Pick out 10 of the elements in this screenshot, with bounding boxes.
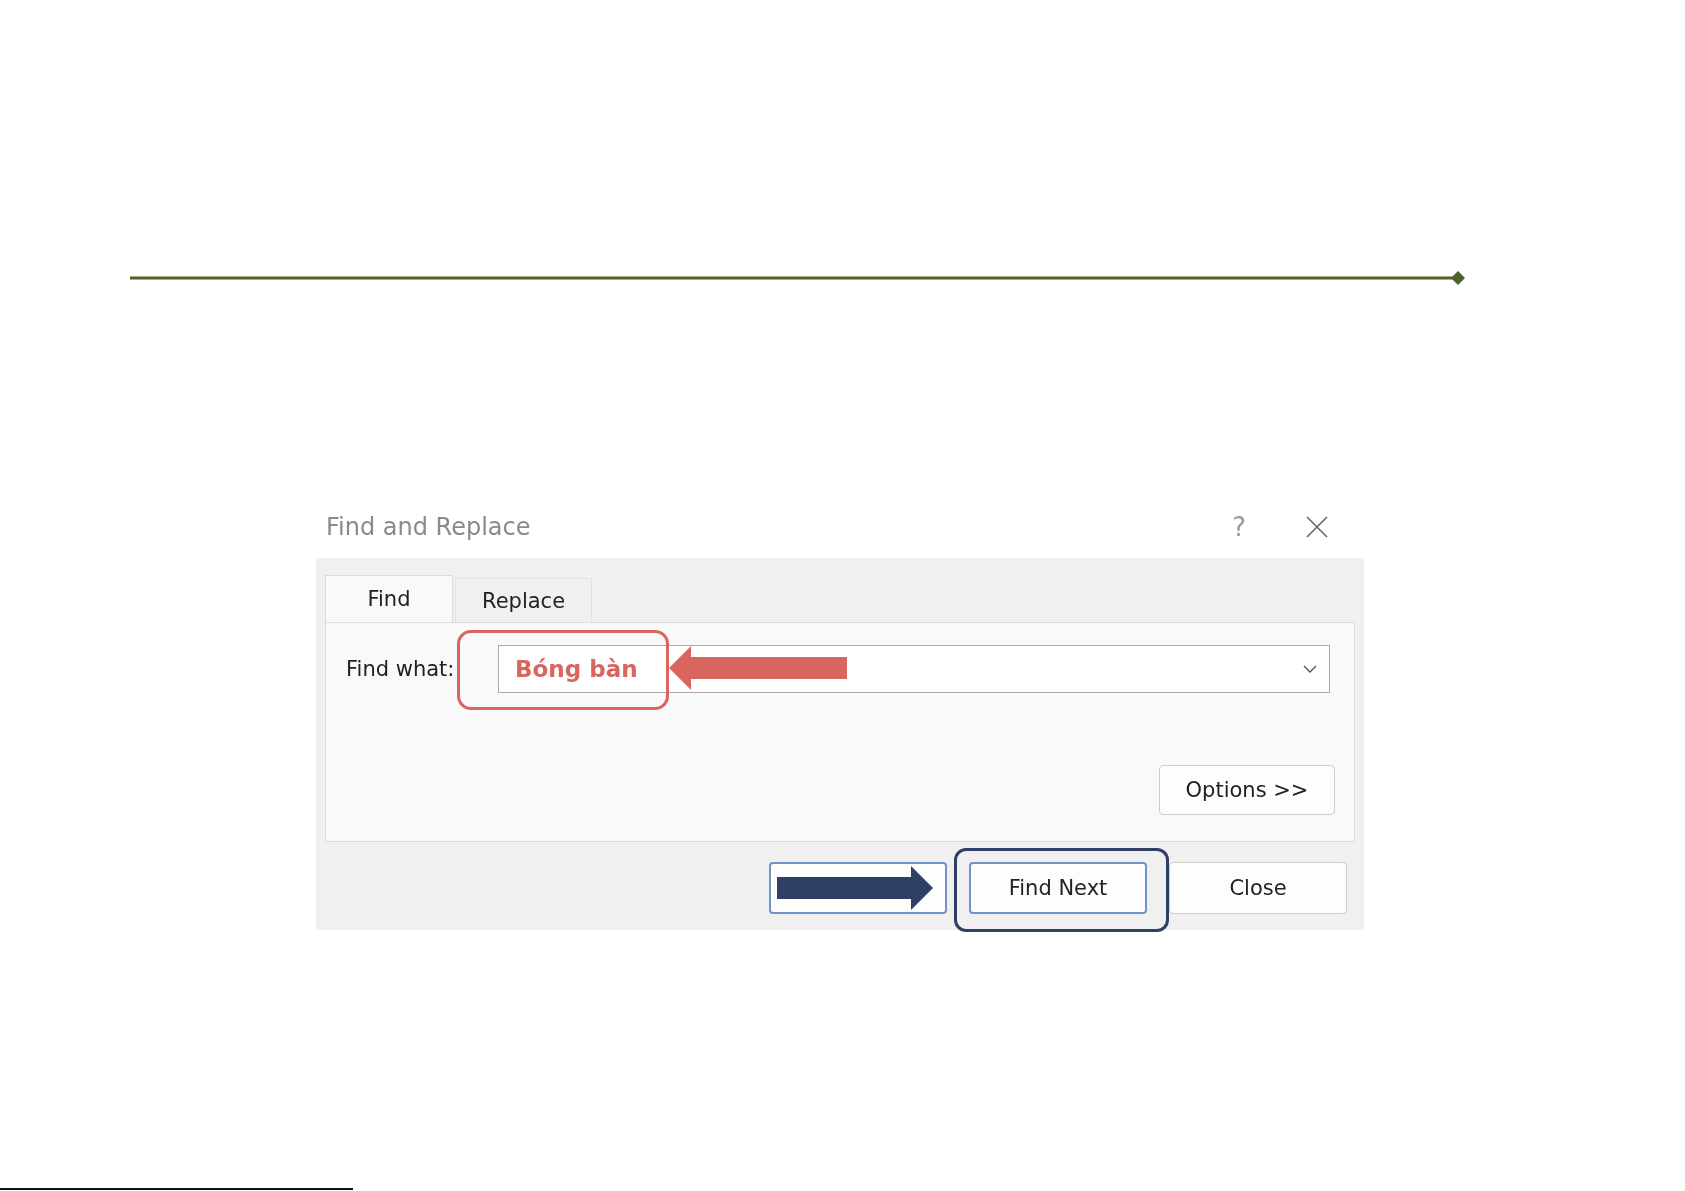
options-button[interactable]: Options >>	[1159, 765, 1335, 815]
tab[interactable]: Find	[325, 575, 453, 622]
tab[interactable]: Replace	[455, 578, 593, 622]
close-icon	[1306, 515, 1328, 538]
close-button[interactable]	[1306, 515, 1328, 538]
window-title: Find and Replace	[326, 512, 532, 541]
find-what-label: Find what:	[346, 657, 456, 681]
find-next-button[interactable]: Find Next	[969, 862, 1147, 914]
close-dialog-button[interactable]: Close	[1169, 862, 1347, 914]
chevron-down-icon	[1303, 665, 1317, 673]
